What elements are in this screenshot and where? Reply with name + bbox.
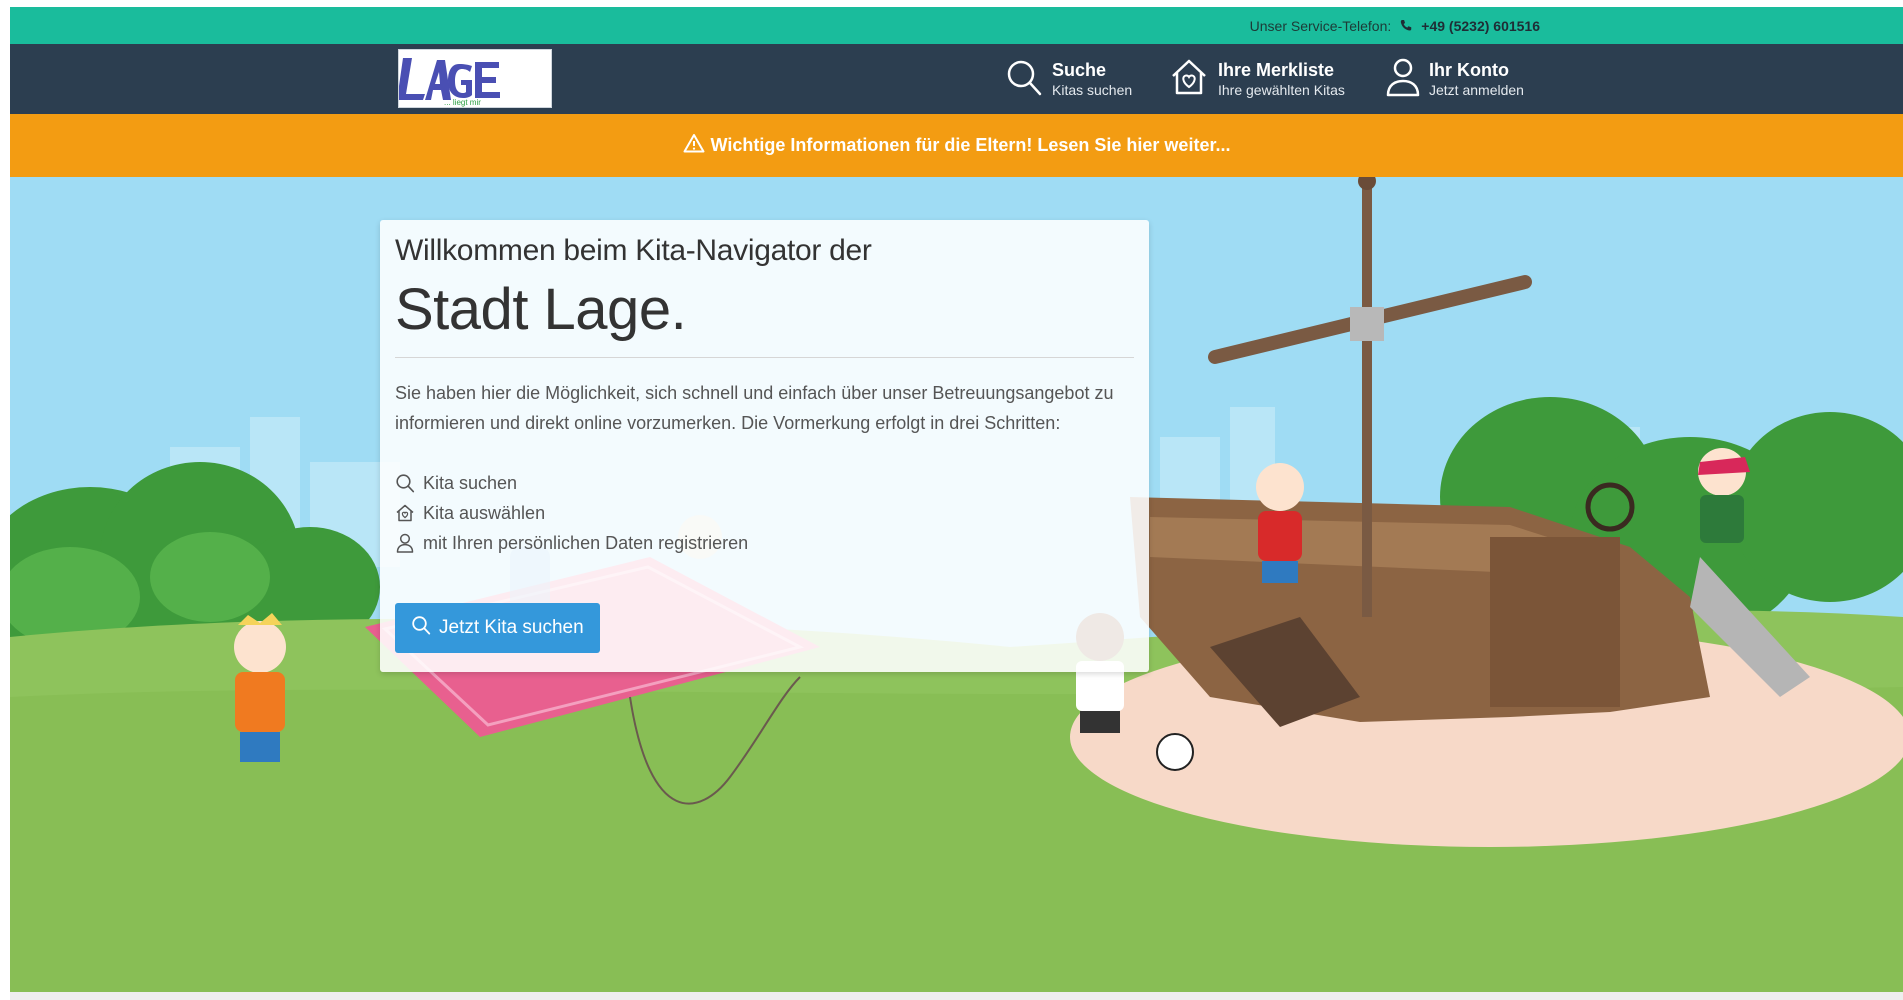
nav-search[interactable]: Suche Kitas suchen [1004, 44, 1132, 114]
step-label: mit Ihren persönlichen Daten registriere… [423, 533, 749, 553]
service-contact: Unser Service-Telefon: +49 (5232) 601516 [1250, 7, 1540, 44]
service-label: Unser Service-Telefon: [1249, 17, 1392, 34]
nav-konto-title: Ihr Konto [1429, 60, 1509, 80]
welcome-card: Willkommen beim Kita-Navigator der Stadt… [380, 220, 1149, 672]
search-icon [411, 615, 431, 641]
phone-icon [1399, 19, 1413, 33]
warning-icon [683, 133, 705, 158]
notice-text: Wichtige Informationen für die Eltern! L… [710, 135, 1231, 155]
search-icon [1004, 57, 1044, 102]
nav-search-subtitle: Kitas suchen [1052, 81, 1133, 98]
user-icon [1385, 57, 1421, 102]
user-icon [395, 533, 415, 553]
nav-merkliste-text: Ihre Merkliste Ihre gewählten Kitas [1218, 59, 1345, 99]
step-register: mit Ihren persönlichen Daten registriere… [395, 528, 1134, 558]
nav-merkliste-title: Ihre Merkliste [1218, 60, 1335, 80]
nav-merkliste-subtitle: Ihre gewählten Kitas [1218, 81, 1345, 98]
welcome-heading: Willkommen beim Kita-Navigator der [395, 234, 872, 267]
steps-list: Kita suchen Kita auswählen mit Ihren per… [395, 468, 1134, 558]
step-search: Kita suchen [395, 468, 1134, 498]
search-kita-button[interactable]: Jetzt Kita suchen [395, 603, 600, 653]
notice-bar[interactable]: Wichtige Informationen für die Eltern! L… [10, 114, 1903, 177]
logo-letter-l [399, 58, 425, 100]
house-heart-icon [395, 503, 415, 523]
child-ship-top [1256, 463, 1304, 583]
step-select: Kita auswählen [395, 498, 1134, 528]
nav-konto-text: Ihr Konto Jetzt anmelden [1429, 59, 1524, 99]
intro-text: Sie haben hier die Möglichkeit, sich sch… [395, 383, 1114, 433]
step-label: Kita auswählen [423, 503, 546, 523]
nav-konto-subtitle: Jetzt anmelden [1429, 81, 1524, 98]
nav-search-title: Suche [1052, 60, 1107, 80]
service-bar: Unser Service-Telefon: +49 (5232) 601516 [10, 7, 1903, 44]
card-divider [395, 357, 1134, 358]
nav-merkliste[interactable]: Ihre Merkliste Ihre gewählten Kitas [1168, 44, 1345, 114]
nav-konto[interactable]: Ihr Konto Jetzt anmelden [1385, 44, 1524, 114]
step-label: Kita suchen [423, 473, 518, 493]
child-left [234, 613, 286, 762]
search-icon [395, 473, 415, 493]
house-heart-icon [1168, 56, 1210, 103]
page-title: Stadt Lage. [395, 277, 687, 342]
logo[interactable]: ... liegt mir [398, 49, 552, 108]
footer-strip [10, 992, 1903, 1000]
nav-search-text: Suche Kitas suchen [1052, 59, 1132, 99]
service-phone[interactable]: +49 (5232) 601516 [1421, 18, 1540, 34]
navbar: ... liegt mir Suche Kitas suchen Ihre Me… [10, 44, 1903, 114]
logo-tagline: ... liegt mir [444, 98, 481, 107]
search-kita-button-label: Jetzt Kita suchen [439, 617, 584, 638]
